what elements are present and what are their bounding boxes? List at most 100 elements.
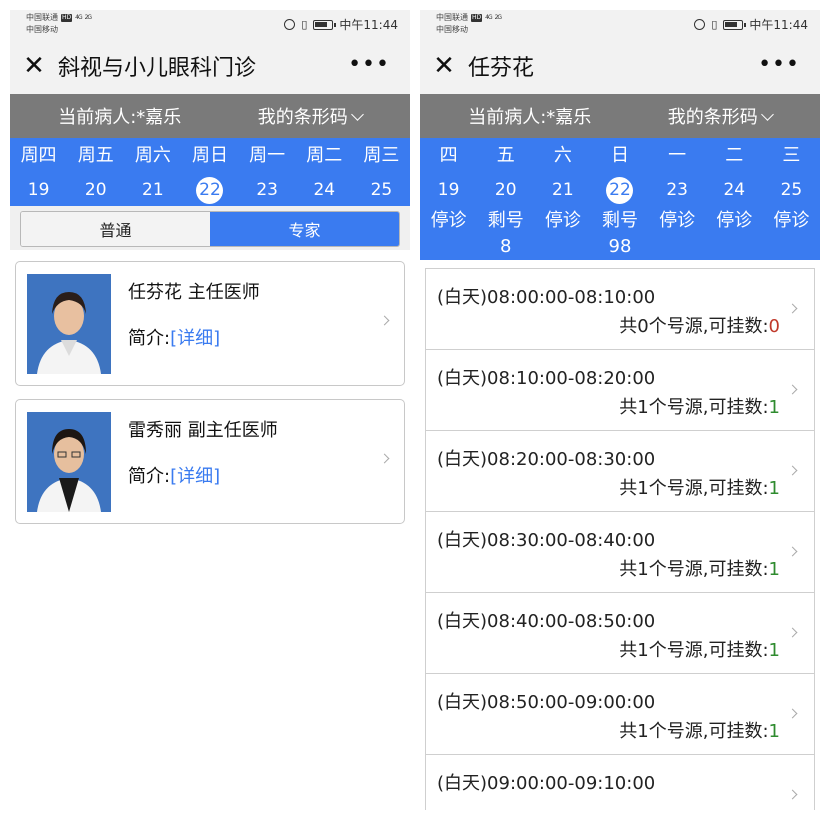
chevron-right-icon <box>787 546 798 557</box>
vibrate-icon: ▯ <box>301 18 308 31</box>
chevron-right-icon <box>787 627 798 638</box>
schedule-status[interactable]: 停诊 <box>420 206 477 234</box>
remaining-count <box>420 234 477 260</box>
time-slot[interactable]: (白天)08:50:00-09:00:00 共1个号源,可挂数:1 <box>425 673 815 754</box>
date-number: 22 <box>606 176 634 204</box>
vibrate-icon: ▯ <box>711 18 718 31</box>
slot-availability-text: 共1个号源,可挂数: <box>619 559 769 580</box>
slot-availability-text: 共1个号源,可挂数: <box>619 397 769 418</box>
weekday-label: 周三 <box>363 145 400 166</box>
battery-icon <box>723 19 747 30</box>
screen-doctor-schedule: 中国联通 HD 4G 2G 中国移动 ▯ 中午11:44 ✕ 任芬花 ••• 当前病人… <box>420 10 820 810</box>
more-icon[interactable]: ••• <box>758 52 800 77</box>
date-cell[interactable]: 24 <box>296 174 353 206</box>
time-slot[interactable]: (白天)09:00:00-09:10:00 <box>425 754 815 810</box>
current-patient: 当前病人:*嘉乐 <box>58 107 182 128</box>
remaining-count <box>534 234 591 260</box>
weekday-label: 二 <box>725 145 744 166</box>
date-number: 25 <box>370 180 393 200</box>
detail-link[interactable]: [详细] <box>170 328 220 349</box>
chevron-right-icon <box>787 789 798 800</box>
barcode-dropdown[interactable]: 我的条形码 <box>667 103 774 129</box>
date-number: 19 <box>27 180 50 200</box>
signal-4g-icon: 4G <box>75 14 83 21</box>
weekday-label: 六 <box>553 145 572 166</box>
date-cell[interactable]: 21 <box>534 174 591 206</box>
barcode-dropdown[interactable]: 我的条形码 <box>258 103 364 129</box>
chevron-right-icon <box>379 453 390 464</box>
date-cell[interactable]: 22 <box>181 174 238 206</box>
weekday-label: 周一 <box>249 145 286 166</box>
status-bar: 中国联通 HD 4G 2G 中国移动 ▯ 中午11:44 <box>10 10 410 38</box>
hd-badge: HD <box>471 14 483 22</box>
chevron-right-icon <box>787 303 798 314</box>
schedule-status[interactable]: 剩号 <box>591 206 648 234</box>
close-icon[interactable]: ✕ <box>424 38 464 94</box>
date-number: 20 <box>84 180 107 200</box>
date-cell[interactable]: 23 <box>649 174 706 206</box>
date-number: 25 <box>780 180 803 200</box>
weekday-label: 周二 <box>306 145 343 166</box>
date-cell[interactable]: 19 <box>10 174 67 206</box>
date-cell[interactable]: 20 <box>477 174 534 206</box>
date-cell[interactable]: 24 <box>706 174 763 206</box>
date-cell[interactable]: 25 <box>353 174 410 206</box>
slot-available-count: 1 <box>768 640 780 661</box>
date-number: 23 <box>666 180 688 200</box>
doctor-photo <box>27 412 111 512</box>
slot-availability-text: 共1个号源,可挂数: <box>619 640 769 661</box>
weekday-label: 周六 <box>134 145 171 166</box>
date-number: 21 <box>552 180 574 200</box>
date-cell[interactable]: 25 <box>763 174 820 206</box>
status-bar: 中国联通 HD 4G 2G 中国移动 ▯ 中午11:44 <box>420 10 820 38</box>
date-cell[interactable]: 20 <box>67 174 124 206</box>
carrier-2: 中国移动 <box>436 25 468 34</box>
date-cell[interactable]: 22 <box>591 174 648 206</box>
schedule-status[interactable]: 剩号 <box>477 206 534 234</box>
slot-time: (白天)08:10:00-08:20:00 <box>437 368 656 389</box>
doctor-name: 任芬花 主任医师 <box>128 282 260 303</box>
slot-available-count: 1 <box>768 478 780 499</box>
weekday-label: 五 <box>496 145 515 166</box>
date-cell[interactable]: 19 <box>420 174 477 206</box>
alarm-icon <box>284 19 296 30</box>
date-cell[interactable]: 23 <box>239 174 296 206</box>
remaining-count: 98 <box>608 236 632 257</box>
tab-normal[interactable]: 普通 <box>21 212 210 246</box>
time-slot[interactable]: (白天)08:40:00-08:50:00 共1个号源,可挂数:1 <box>425 592 815 673</box>
schedule-status[interactable]: 停诊 <box>706 206 763 234</box>
weekday-label: 日 <box>610 145 629 166</box>
signal-2g-icon: 2G <box>494 14 503 21</box>
time-slot[interactable]: (白天)08:10:00-08:20:00 共1个号源,可挂数:1 <box>425 349 815 430</box>
schedule-status[interactable]: 停诊 <box>534 206 591 234</box>
chevron-down-icon <box>350 108 364 121</box>
chevron-right-icon <box>787 465 798 476</box>
schedule-status[interactable]: 停诊 <box>763 206 820 234</box>
date-cell[interactable]: 21 <box>124 174 181 206</box>
slot-time: (白天)08:40:00-08:50:00 <box>437 611 656 632</box>
detail-link[interactable]: [详细] <box>170 466 220 487</box>
slot-available-count: 1 <box>768 721 780 742</box>
date-number: 19 <box>437 180 460 200</box>
slot-available-count: 0 <box>768 316 780 337</box>
schedule-status[interactable]: 停诊 <box>649 206 706 234</box>
slot-availability: 共1个号源,可挂数:1 <box>619 393 780 419</box>
title-bar: ✕ 斜视与小儿眼科门诊 ••• <box>10 38 410 94</box>
barcode-label: 我的条形码 <box>667 107 758 128</box>
time-slot[interactable]: (白天)08:00:00-08:10:00 共0个号源,可挂数:0 <box>425 268 815 349</box>
doctor-card[interactable]: 雷秀丽 副主任医师 简介:[详细] <box>15 399 405 524</box>
close-icon[interactable]: ✕ <box>14 38 54 94</box>
doctor-photo <box>27 274 111 374</box>
time-slot[interactable]: (白天)08:20:00-08:30:00 共1个号源,可挂数:1 <box>425 430 815 511</box>
carrier-2: 中国移动 <box>26 25 58 34</box>
time-slot[interactable]: (白天)08:30:00-08:40:00 共1个号源,可挂数:1 <box>425 511 815 592</box>
doctor-card[interactable]: 任芬花 主任医师 简介:[详细] <box>15 261 405 386</box>
remaining-count <box>649 234 706 260</box>
time-slot-list: (白天)08:00:00-08:10:00 共0个号源,可挂数:0 (白天)08:1… <box>420 260 820 810</box>
intro-label: 简介: <box>128 328 171 349</box>
tab-expert[interactable]: 专家 <box>210 212 399 246</box>
more-icon[interactable]: ••• <box>348 52 390 77</box>
slot-availability-text: 共1个号源,可挂数: <box>619 478 769 499</box>
title-bar: ✕ 任芬花 ••• <box>420 38 820 94</box>
battery-icon <box>313 19 337 30</box>
